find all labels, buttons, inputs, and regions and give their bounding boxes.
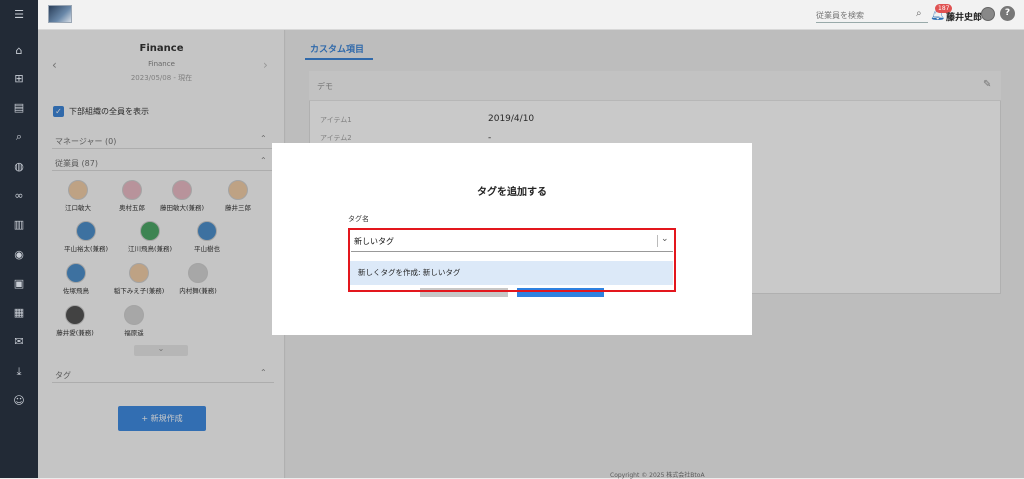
highlight-box [348,228,676,292]
home-icon[interactable]: ⌂ [0,44,38,58]
user-avatar[interactable] [981,7,995,21]
menu-icon[interactable]: ☰ [0,8,38,22]
user-name[interactable]: 藤井史郎 [946,10,982,23]
compass-icon[interactable]: ◉ [0,248,38,262]
org-icon[interactable]: ⊞ [0,72,38,86]
chat-icon[interactable]: ◍ [0,160,38,174]
download-icon[interactable]: ⤓ [0,365,38,379]
mail-icon[interactable]: ✉ [0,335,38,349]
help-icon[interactable]: ? [1000,6,1015,21]
employee-search-input[interactable] [816,8,928,23]
search-icon[interactable]: ⌕ [0,130,38,144]
user-settings-icon[interactable]: ☺ [0,394,38,408]
nav-rail: ☰ ⌂ ⊞ ▤ ⌕ ◍ ∞ ▥ ◉ ▣ ▦ ✉ ⤓ ☺ [0,0,38,478]
tag-name-label: タグ名 [348,215,369,223]
chart-icon[interactable]: ▥ [0,218,38,232]
company-logo[interactable] [48,5,72,23]
link-icon[interactable]: ∞ [0,189,38,203]
modal-title: タグを追加する [477,187,547,198]
search-icon[interactable]: ⌕ [916,8,922,19]
book-icon[interactable]: ▦ [0,306,38,320]
document-icon[interactable]: ▤ [0,101,38,115]
contact-icon[interactable]: ▣ [0,277,38,291]
